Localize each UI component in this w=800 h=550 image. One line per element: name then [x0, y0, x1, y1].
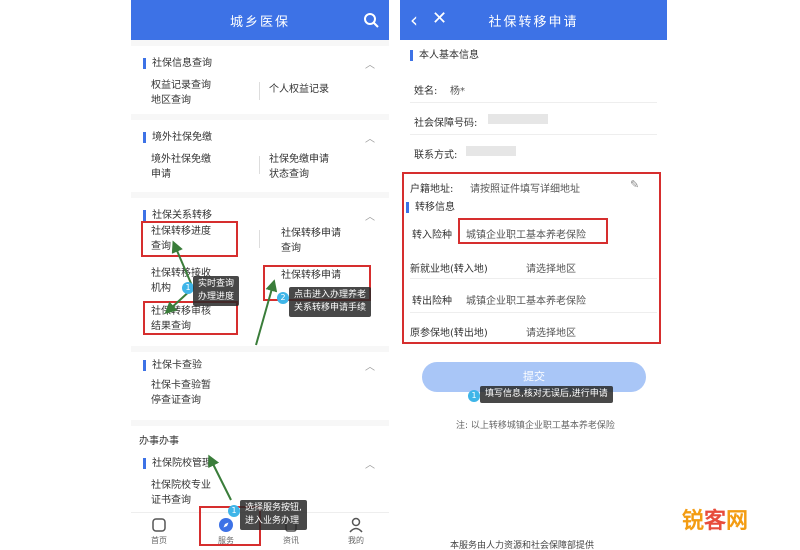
site-watermark: 锐客网: [682, 503, 748, 535]
divider: [410, 312, 657, 313]
watermark-char: 网: [726, 509, 749, 534]
highlight-box: [402, 172, 661, 344]
highlight-box: [458, 218, 608, 244]
right-topbar: ‹ ✕ 社保转移申请: [400, 0, 667, 40]
address-input[interactable]: 请按照证件填写详细地址: [470, 180, 580, 195]
tooltip-service: 选择服务按钮, 进入业务办理: [240, 500, 307, 530]
annotation-arrows: [164, 240, 278, 501]
step-badge: 1: [468, 390, 480, 402]
out-type-select[interactable]: 城镇企业职工基本养老保险: [466, 292, 586, 307]
footer-text: 本服务由人力资源和社会保障部提供: [450, 541, 595, 550]
phone-label: 联系方式:: [414, 150, 458, 161]
divider: [410, 102, 657, 103]
phone-redacted: [466, 146, 516, 156]
new-place-select[interactable]: 请选择地区: [526, 260, 576, 275]
basic-info-title: 本人基本信息: [410, 50, 479, 61]
watermark-char: 客: [704, 509, 727, 534]
out-type-label: 转出险种: [412, 296, 452, 307]
note-text: 注: 以上转移城镇企业职工基本养老保险: [456, 421, 615, 431]
tooltip-progress: 实时查询 办理进度: [193, 276, 240, 306]
orig-place-label: 原参保地(转出地): [410, 328, 488, 339]
step-badge: 1: [228, 505, 240, 517]
in-type-label: 转入险种: [412, 230, 452, 241]
right-header-title: 社保转移申请: [488, 15, 579, 30]
left-phone-screen: 城乡医保 社保信息查询 ︿ 权益记录查询 地区查询 个人权益记录 境外社保免缴 …: [131, 0, 389, 550]
step-badge: 2: [277, 292, 289, 304]
new-place-label: 新就业地(转入地): [410, 264, 488, 275]
edit-icon[interactable]: ✎: [630, 178, 639, 191]
name-value: 杨*: [450, 86, 465, 97]
address-label: 户籍地址:: [410, 184, 454, 195]
right-phone-screen: ‹ ✕ 社保转移申请 本人基本信息 姓名: 杨* 社会保障号码: 联系方式: 户…: [400, 0, 667, 550]
tooltip-transfer: 点击进入办理养老 关系转移申请手续: [289, 287, 372, 317]
ssn-label: 社会保障号码:: [414, 118, 478, 129]
ssn-redacted: [488, 114, 548, 124]
divider: [410, 278, 657, 279]
orig-place-select[interactable]: 请选择地区: [526, 324, 576, 339]
name-label: 姓名:: [414, 86, 438, 97]
tooltip-submit: 填写信息,核对无误后,进行申请: [480, 386, 613, 403]
watermark-char: 锐: [682, 509, 705, 534]
divider: [410, 134, 657, 135]
transfer-info-title: 转移信息: [406, 202, 455, 213]
